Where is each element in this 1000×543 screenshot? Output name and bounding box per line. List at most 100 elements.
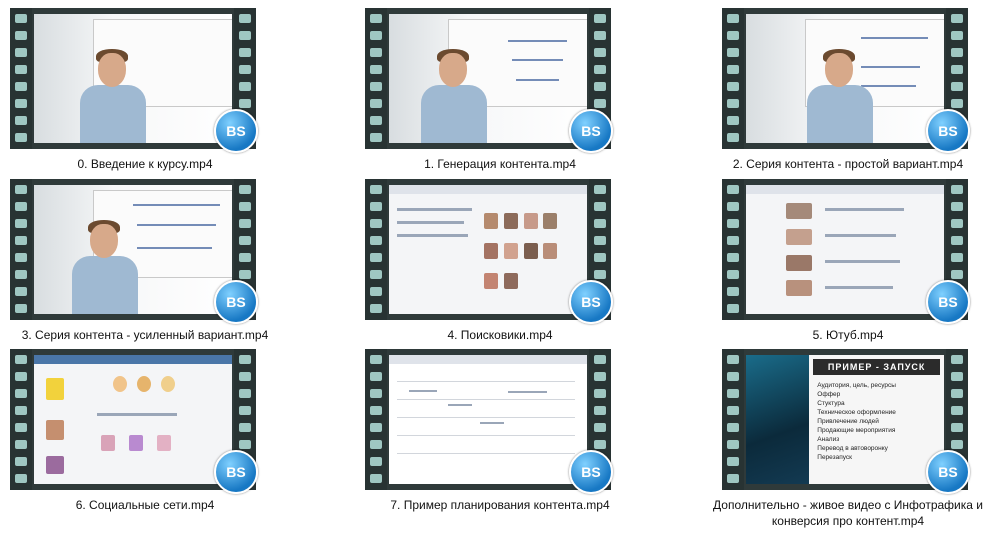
- film-hole: [727, 270, 739, 279]
- film-hole: [951, 355, 963, 364]
- film-hole: [239, 372, 251, 381]
- file-name[interactable]: Дополнительно - живое видео с Инфотрафик…: [710, 497, 986, 529]
- film-hole: [370, 116, 382, 125]
- film-hole: [15, 48, 27, 57]
- film-hole: [370, 474, 382, 483]
- film-hole: [370, 65, 382, 74]
- film-hole: [594, 202, 606, 211]
- film-hole: [239, 99, 251, 108]
- bs-player-icon: BS: [569, 450, 613, 494]
- file-name[interactable]: 6. Социальные сети.mp4: [0, 497, 290, 513]
- film-hole: [15, 219, 27, 228]
- file-grid: BS 0. Введение к курсу.mp4 BS 1. Генерац…: [0, 0, 1000, 543]
- film-hole: [951, 65, 963, 74]
- film-hole: [15, 406, 27, 415]
- film-hole: [370, 31, 382, 40]
- film-hole: [239, 423, 251, 432]
- film-hole: [239, 355, 251, 364]
- film-hole: [239, 389, 251, 398]
- film-hole: [370, 253, 382, 262]
- film-hole: [951, 236, 963, 245]
- film-hole: [727, 304, 739, 313]
- file-name[interactable]: 2. Серия контента - простой вариант.mp4: [710, 156, 986, 172]
- film-hole: [727, 406, 739, 415]
- film-hole: [15, 287, 27, 296]
- film-hole: [370, 82, 382, 91]
- video-frame: [389, 355, 587, 484]
- film-strip-left: [722, 179, 744, 320]
- film-hole: [727, 389, 739, 398]
- file-name[interactable]: 3. Серия контента - усиленный вариант.mp…: [0, 327, 290, 343]
- film-hole: [594, 423, 606, 432]
- film-hole: [370, 287, 382, 296]
- film-hole: [15, 116, 27, 125]
- slide-bullet: Техническое оформление: [817, 409, 896, 416]
- film-strip-left: [10, 179, 32, 320]
- video-frame: [34, 14, 232, 143]
- film-hole: [594, 372, 606, 381]
- film-hole: [727, 185, 739, 194]
- film-hole: [727, 99, 739, 108]
- film-hole: [727, 133, 739, 142]
- film-hole: [594, 31, 606, 40]
- film-hole: [15, 202, 27, 211]
- video-thumbnail: BS: [365, 179, 613, 324]
- film-hole: [594, 253, 606, 262]
- film-hole: [370, 99, 382, 108]
- file-name[interactable]: 7. Пример планирования контента.mp4: [355, 497, 645, 513]
- bs-player-icon: BS: [926, 109, 970, 153]
- film-hole: [15, 389, 27, 398]
- slide-bullet: Перезапуск: [817, 454, 853, 461]
- film-hole: [370, 14, 382, 23]
- file-name[interactable]: 1. Генерация контента.mp4: [355, 156, 645, 172]
- film-hole: [15, 304, 27, 313]
- film-hole: [727, 287, 739, 296]
- file-name[interactable]: 4. Поисковики.mp4: [355, 327, 645, 343]
- film-hole: [594, 406, 606, 415]
- film-hole: [594, 82, 606, 91]
- slide-bullet: Оффер: [817, 391, 841, 398]
- file-name[interactable]: 0. Введение к курсу.mp4: [0, 156, 290, 172]
- film-hole: [951, 253, 963, 262]
- film-hole: [951, 82, 963, 91]
- film-hole: [951, 14, 963, 23]
- slide-bullet: Привлечение людей: [817, 418, 879, 425]
- film-hole: [594, 440, 606, 449]
- film-hole: [727, 372, 739, 381]
- slide-title: ПРИМЕР - ЗАПУСК: [813, 359, 940, 375]
- slide-bullet: Анализ: [817, 436, 840, 443]
- film-hole: [15, 423, 27, 432]
- video-frame: [746, 14, 944, 143]
- film-hole: [15, 440, 27, 449]
- video-frame: [34, 185, 232, 314]
- film-hole: [594, 270, 606, 279]
- presenter-figure: [419, 47, 489, 143]
- slide-bullet: Стуктура: [817, 400, 845, 407]
- film-hole: [370, 355, 382, 364]
- film-hole: [370, 423, 382, 432]
- film-hole: [370, 270, 382, 279]
- film-hole: [951, 389, 963, 398]
- film-hole: [15, 372, 27, 381]
- video-thumbnail: BS: [10, 179, 258, 324]
- file-name[interactable]: 5. Ютуб.mp4: [710, 327, 986, 343]
- film-hole: [370, 48, 382, 57]
- film-hole: [370, 457, 382, 466]
- film-hole: [15, 253, 27, 262]
- bs-player-icon: BS: [926, 450, 970, 494]
- film-hole: [951, 185, 963, 194]
- film-hole: [951, 440, 963, 449]
- slide-bullet: Перевод в автоворонку: [817, 445, 888, 452]
- presenter-figure: [805, 47, 875, 143]
- film-hole: [15, 236, 27, 245]
- film-hole: [727, 474, 739, 483]
- film-hole: [727, 236, 739, 245]
- video-thumbnail: BS: [10, 8, 258, 153]
- film-hole: [370, 202, 382, 211]
- film-hole: [370, 389, 382, 398]
- film-hole: [727, 457, 739, 466]
- film-hole: [727, 253, 739, 262]
- film-strip-left: [10, 349, 32, 490]
- bs-player-icon: BS: [926, 280, 970, 324]
- slide-bullet: Аудитория, цель, ресурсы: [817, 382, 896, 389]
